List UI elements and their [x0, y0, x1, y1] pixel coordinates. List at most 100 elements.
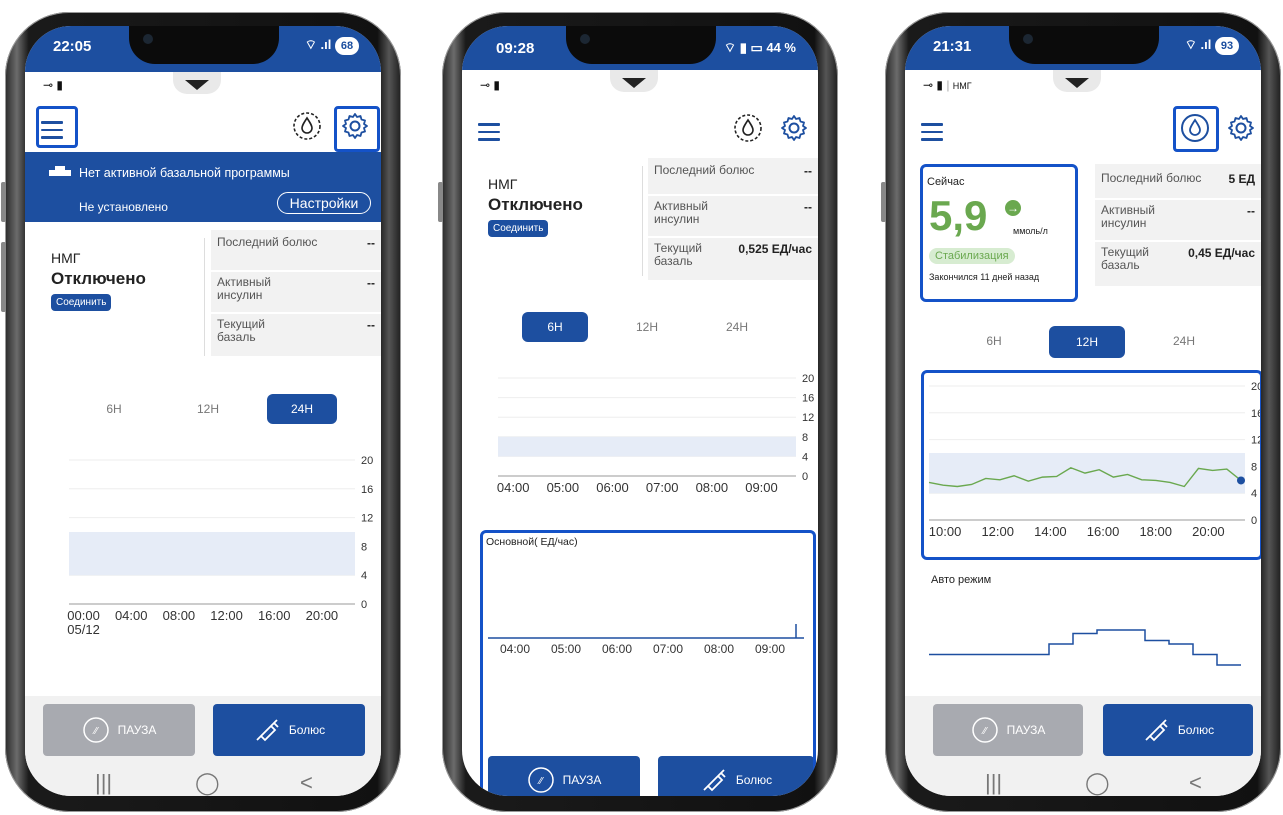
range-12h[interactable]: 12H	[612, 312, 682, 342]
now-card[interactable]: Сейчас 5,9 → ммоль/л Стабилизация Законч…	[921, 166, 1075, 296]
x-tick: 04:00	[500, 642, 531, 656]
info-value: 0,525 ЕД/час	[738, 242, 812, 256]
system-row: ⊸ ▮	[43, 78, 63, 92]
battery-badge: 68	[335, 37, 359, 55]
gear-icon[interactable]	[1225, 112, 1257, 144]
recents-icon[interactable]: |||	[95, 770, 112, 796]
pause-icon: ⁄⁄	[527, 767, 554, 793]
y-tick-label: 4	[1251, 488, 1257, 500]
status-icons: ⌔ ▮ ▭ 44 %	[723, 40, 796, 55]
recents-icon[interactable]: |||	[985, 770, 1002, 796]
y-tick-label: 20	[1251, 381, 1261, 393]
bolus-button[interactable]: Болюс	[213, 704, 365, 756]
notch	[1009, 26, 1159, 64]
cgm-name: НМГ	[488, 176, 518, 192]
glucose-value: 5,9	[929, 192, 988, 239]
range-24h[interactable]: 24H	[1149, 326, 1219, 356]
connect-button[interactable]: Соединить	[488, 220, 549, 237]
home-icon[interactable]: ◯	[1085, 770, 1110, 796]
basal-panel: Основной( ЕД/час) 04:00 05:00 06:00 07:0…	[482, 532, 816, 672]
x-tick-label: 09:00	[745, 480, 778, 495]
info-panel: Последний болюс -- Активный инсулин -- Тек…	[211, 230, 381, 356]
notch	[566, 26, 716, 64]
pause-label: ПАУЗА	[1006, 723, 1046, 737]
status-time: 22:05	[53, 38, 92, 55]
pause-button[interactable]: ⁄⁄ ПАУЗА	[933, 704, 1083, 756]
sys-label: НМГ	[952, 81, 972, 91]
system-row: ⊸ ▮	[480, 78, 500, 92]
basal-banner: Нет активной базальной программы Не уста…	[25, 152, 381, 222]
now-title: Сейчас	[927, 176, 965, 188]
back-icon[interactable]: <	[1189, 770, 1202, 796]
svg-text:⁄⁄: ⁄⁄	[91, 726, 99, 737]
divider	[642, 166, 643, 276]
range-12h[interactable]: 12H	[1049, 326, 1125, 358]
bolus-button[interactable]: Болюс	[1103, 704, 1253, 756]
info-label: Активный инсулин	[217, 275, 271, 302]
range-6h[interactable]: 6H	[522, 312, 588, 342]
info-value: --	[1247, 204, 1255, 218]
cgm-state: Отключено	[51, 269, 146, 288]
chevron-down-icon[interactable]	[1065, 78, 1089, 88]
phone-2: 09:28 ⌔ ▮ ▭ 44 % ⊸ ▮ НМГ Отключено Соеди…	[438, 12, 838, 812]
y-tick-label: 4	[361, 570, 367, 582]
gear-icon[interactable]	[339, 110, 371, 142]
current-reading-marker	[1237, 476, 1245, 485]
sensor-drop-icon[interactable]	[291, 110, 323, 142]
y-tick-label: 8	[802, 432, 808, 444]
x-date-label: 05/12	[67, 622, 100, 637]
home-icon[interactable]: ◯	[195, 770, 220, 796]
android-nav: ||| ◯ <	[25, 760, 381, 796]
range-12h[interactable]: 12H	[173, 394, 243, 424]
cgm-name: НМГ	[51, 250, 81, 266]
trend-arrow-icon: →	[1005, 200, 1021, 216]
y-tick-label: 0	[361, 599, 367, 611]
range-24h[interactable]: 24H	[267, 394, 337, 424]
back-icon[interactable]: <	[300, 770, 313, 796]
sensor-drop-icon[interactable]	[1179, 112, 1211, 144]
info-label: Текущий базаль	[1101, 245, 1149, 272]
chevron-down-icon[interactable]	[185, 80, 209, 90]
y-tick-label: 0	[1251, 515, 1257, 527]
cgm-state: Отключено	[488, 195, 583, 214]
range-6h[interactable]: 6H	[959, 326, 1029, 356]
menu-icon[interactable]	[41, 116, 63, 144]
settings-button[interactable]: Настройки	[277, 192, 371, 214]
y-tick-label: 16	[1251, 408, 1261, 420]
x-tick-label: 12:00	[210, 608, 243, 623]
notch	[129, 26, 279, 64]
pause-label: ПАУЗА	[117, 723, 157, 737]
range-24h[interactable]: 24H	[702, 312, 772, 342]
range-6h[interactable]: 6H	[79, 394, 149, 424]
menu-icon[interactable]	[478, 118, 500, 146]
chevron-down-icon[interactable]	[622, 78, 646, 88]
x-tick-label: 16:00	[258, 608, 291, 623]
screen-3: 21:31 ⌔ .ıl 93 ⊸ ▮ | НМГ Сейчас 5,9 → мм…	[905, 26, 1261, 796]
connect-button[interactable]: Соединить	[51, 294, 112, 311]
y-tick-label: 8	[361, 541, 367, 553]
x-tick-label: 20:00	[1192, 524, 1225, 539]
sensor-drop-icon[interactable]	[732, 112, 764, 144]
phone-1: 22:05 ⌔ .ıl 68 ⊸ ▮ Нет активной базально…	[1, 12, 401, 812]
info-value: --	[367, 236, 375, 250]
system-row: ⊸ ▮ | НМГ	[923, 78, 972, 92]
info-value: --	[804, 164, 812, 178]
y-tick-label: 16	[361, 484, 373, 496]
pause-button[interactable]: ⁄⁄ ПАУЗА	[43, 704, 195, 756]
info-label: Последний болюс	[1101, 171, 1202, 185]
y-tick-label: 8	[1251, 461, 1257, 473]
status-icons: ⌔ .ıl 93	[1185, 37, 1239, 55]
x-tick-label: 12:00	[981, 524, 1014, 539]
info-label: Последний болюс	[217, 235, 318, 249]
pause-icon: ⁄⁄	[82, 717, 109, 743]
status-time: 21:31	[933, 38, 972, 55]
pause-button[interactable]: ⁄⁄ ПАУЗА	[488, 756, 640, 796]
cgm-block: НМГ Отключено Соединить	[51, 250, 146, 311]
x-tick: 09:00	[755, 642, 786, 656]
action-bar: ⁄⁄ ПАУЗА Болюс	[905, 696, 1261, 766]
battery-percent: 44 %	[766, 40, 796, 55]
bolus-label: Болюс	[735, 773, 773, 787]
menu-icon[interactable]	[921, 118, 943, 146]
bolus-button[interactable]: Болюс	[658, 756, 814, 796]
gear-icon[interactable]	[778, 112, 810, 144]
